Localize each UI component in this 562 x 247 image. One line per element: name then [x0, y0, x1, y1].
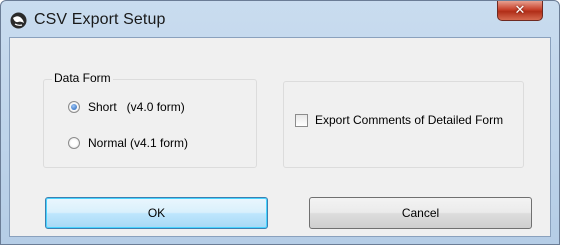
- radio-normal-button[interactable]: [68, 137, 80, 149]
- radio-normal-label: Normal (v4.1 form): [88, 136, 189, 150]
- cancel-button[interactable]: Cancel: [309, 197, 532, 229]
- radio-short-button[interactable]: [68, 101, 80, 113]
- close-icon: ✕: [514, 3, 526, 18]
- radio-normal[interactable]: Normal (v4.1 form): [68, 136, 188, 150]
- export-comments-label: Export Comments of Detailed Form: [315, 113, 504, 127]
- cancel-button-label: Cancel: [401, 206, 440, 220]
- window-title: CSV Export Setup: [34, 11, 166, 28]
- ok-button-label: OK: [147, 206, 166, 220]
- csv-export-setup-dialog: CSV Export Setup ✕ Data Form Short (v4.0…: [0, 0, 560, 245]
- export-comments-checkbox[interactable]: [295, 113, 308, 127]
- data-form-group: Data Form Short (v4.0 form) Normal (v4.1…: [43, 71, 257, 168]
- close-button[interactable]: ✕: [497, 1, 543, 21]
- radio-short-label: Short (v4.0 form): [88, 100, 185, 114]
- export-comments-checkbox-row[interactable]: Export Comments of Detailed Form: [295, 113, 503, 127]
- export-comments-group: Export Comments of Detailed Form: [283, 81, 524, 168]
- data-form-legend: Data Form: [52, 71, 113, 85]
- app-globe-icon: [10, 12, 27, 29]
- title-bar[interactable]: CSV Export Setup ✕: [1, 1, 559, 37]
- ok-button[interactable]: OK: [45, 197, 268, 229]
- radio-short[interactable]: Short (v4.0 form): [68, 100, 185, 114]
- dialog-body: Data Form Short (v4.0 form) Normal (v4.1…: [9, 37, 551, 237]
